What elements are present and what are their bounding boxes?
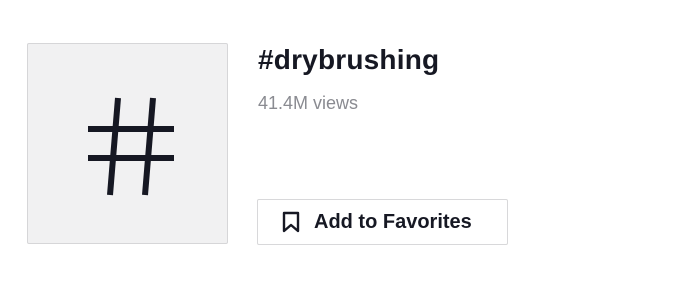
hashtag-avatar [27, 43, 228, 244]
bookmark-icon [282, 211, 300, 233]
hashtag-title: #drybrushing [258, 44, 440, 75]
add-to-favorites-label: Add to Favorites [314, 211, 472, 233]
hashtag-icon [88, 97, 174, 196]
view-count: 41.4M views [258, 93, 359, 113]
add-to-favorites-button[interactable]: Add to Favorites [257, 199, 508, 245]
